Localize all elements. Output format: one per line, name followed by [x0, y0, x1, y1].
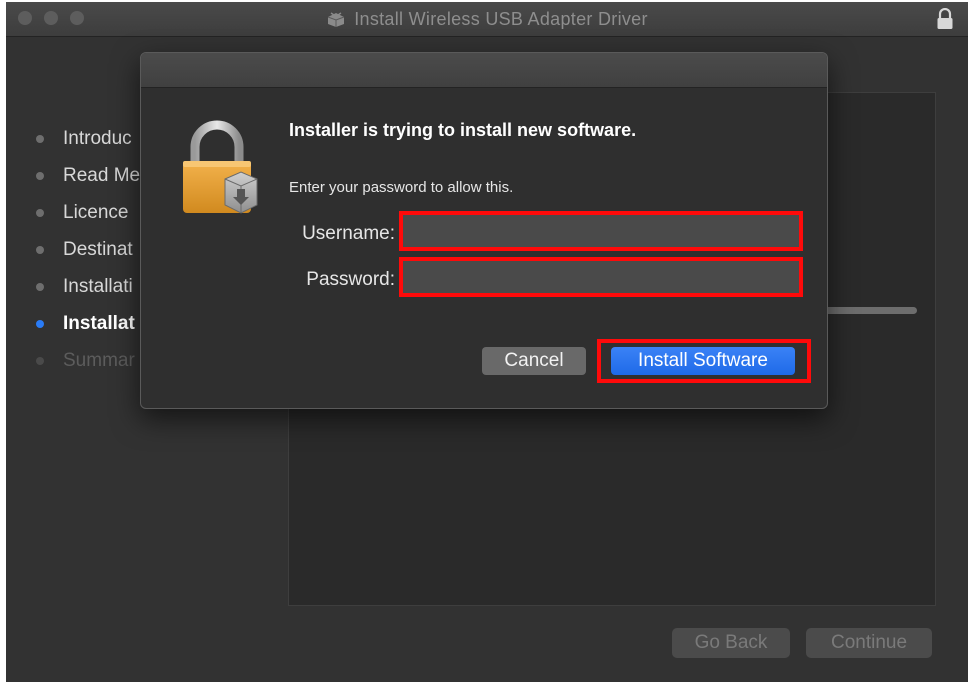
go-back-button[interactable]: Go Back [672, 628, 790, 658]
step-label: Read Me [63, 164, 141, 186]
step-bullet [36, 245, 44, 254]
step-bullet-active [36, 319, 44, 328]
step-bullet [36, 356, 44, 365]
dialog-header-bar [141, 53, 827, 88]
step-label: Installati [63, 275, 133, 297]
step-bullet [36, 171, 44, 180]
padlock-installer-icon [183, 120, 258, 214]
title-bar[interactable]: Install Wireless USB Adapter Driver [6, 2, 968, 37]
password-field-highlight [399, 257, 803, 297]
lock-icon[interactable] [936, 8, 954, 30]
username-field-highlight [399, 211, 803, 251]
step-bullet [36, 134, 44, 143]
username-label: Username: [302, 223, 395, 244]
window-title: Install Wireless USB Adapter Driver [354, 8, 648, 29]
step-label: Licence [63, 201, 129, 223]
dialog-subtext: Enter your password to allow this. [289, 179, 514, 196]
authentication-dialog: Installer is trying to install new softw… [140, 52, 828, 409]
username-input[interactable] [403, 215, 799, 247]
installer-window: Install Wireless USB Adapter Driver Intr… [6, 2, 968, 682]
dialog-heading: Installer is trying to install new softw… [289, 120, 637, 140]
password-label: Password: [306, 269, 395, 290]
continue-button[interactable]: Continue [806, 628, 932, 658]
step-label: Summar [63, 349, 135, 371]
cancel-button[interactable]: Cancel [482, 347, 586, 375]
step-bullet [36, 208, 44, 217]
install-button-highlight: Install Software [597, 339, 811, 383]
install-software-button[interactable]: Install Software [611, 347, 795, 375]
step-label: Introduc [63, 127, 132, 149]
installer-box-icon [328, 12, 345, 27]
step-label: Destinat [63, 238, 133, 260]
password-input[interactable] [403, 261, 799, 293]
window-title-group: Install Wireless USB Adapter Driver [6, 2, 968, 36]
step-bullet [36, 282, 44, 291]
step-label: Installat [63, 312, 135, 334]
